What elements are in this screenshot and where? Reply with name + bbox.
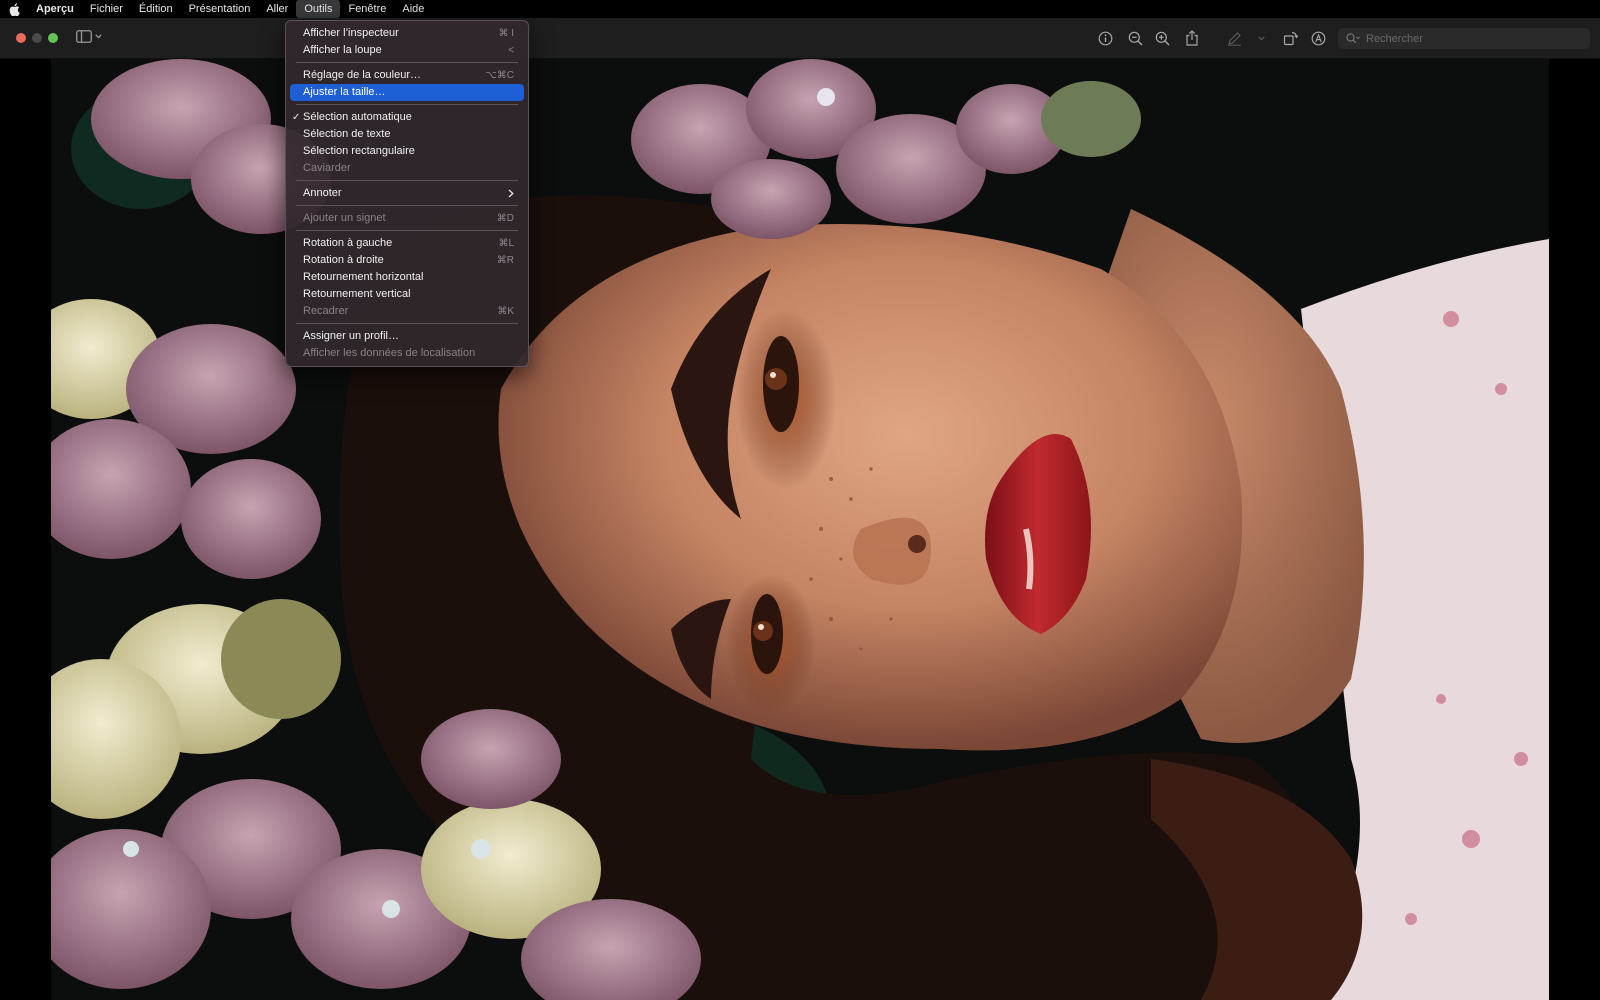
search-field[interactable] (1338, 28, 1590, 49)
menubar-item-app[interactable]: Aperçu (28, 0, 82, 18)
share-icon[interactable] (1182, 28, 1202, 48)
menu-separator (296, 180, 518, 181)
menu-item-selection-automatique[interactable]: ✓ Sélection automatique (290, 109, 524, 126)
menu-item-label: Sélection automatique (303, 111, 412, 123)
menu-item-shortcut: ⌘D (496, 213, 514, 224)
menu-item-shortcut: ⌘R (496, 255, 514, 266)
menu-item-label: Ajouter un signet (303, 212, 386, 224)
menubar-item-outils[interactable]: Outils (296, 0, 341, 18)
menu-item-retournement-horizontal[interactable]: Retournement horizontal (290, 269, 524, 286)
menu-item-label: Assigner un profil… (303, 330, 399, 342)
menubar-item-edition[interactable]: Édition (131, 0, 181, 18)
checkmark-icon: ✓ (292, 112, 301, 123)
menu-item-label: Recadrer (303, 305, 349, 317)
menu-item-assigner-profil[interactable]: Assigner un profil… (290, 328, 524, 345)
minimize-window-button[interactable] (32, 33, 42, 43)
menu-item-rotation-droite[interactable]: Rotation à droite ⌘R (290, 252, 524, 269)
zoom-out-icon[interactable] (1125, 28, 1145, 48)
menu-item-label: Sélection de texte (303, 128, 391, 140)
menu-bar: Aperçu Fichier Édition Présentation Alle… (0, 0, 1600, 18)
menu-item-label: Ajuster la taille… (303, 86, 386, 98)
menu-item-shortcut: ⌘K (497, 306, 514, 317)
markup-pen-icon[interactable] (1224, 28, 1244, 48)
sidebar-toggle-button[interactable] (76, 30, 102, 43)
menu-item-recadrer: Recadrer ⌘K (290, 303, 524, 320)
menu-item-rotation-gauche[interactable]: Rotation à gauche ⌘L (290, 235, 524, 252)
menubar-item-presentation[interactable]: Présentation (181, 0, 259, 18)
menu-item-retournement-vertical[interactable]: Retournement vertical (290, 286, 524, 303)
menu-item-afficher-loupe[interactable]: Afficher la loupe < (290, 42, 524, 59)
menu-separator (296, 62, 518, 63)
apple-menu-icon[interactable] (0, 0, 28, 18)
chevron-down-icon (95, 34, 102, 39)
document-canvas (0, 59, 1600, 1000)
info-icon[interactable] (1095, 28, 1115, 48)
menubar-item-aide[interactable]: Aide (394, 0, 432, 18)
menu-item-label: Retournement vertical (303, 288, 411, 300)
menu-item-label: Retournement horizontal (303, 271, 424, 283)
menu-separator (296, 205, 518, 206)
close-window-button[interactable] (16, 33, 26, 43)
menu-item-caviarder: Caviarder (290, 160, 524, 177)
menu-item-reglage-couleur[interactable]: Réglage de la couleur… ⌥⌘C (290, 67, 524, 84)
menu-item-label: Afficher les données de localisation (303, 347, 476, 359)
menu-item-label: Sélection rectangulaire (303, 145, 415, 157)
menu-item-label: Rotation à gauche (303, 237, 393, 249)
menu-item-donnees-localisation: Afficher les données de localisation (290, 345, 524, 362)
annotate-icon[interactable] (1308, 28, 1328, 48)
menu-item-shortcut: ⌥⌘C (485, 70, 514, 81)
menu-item-label: Afficher l’inspecteur (303, 27, 399, 39)
menu-separator (296, 323, 518, 324)
markup-chevron-down-icon[interactable] (1251, 28, 1271, 48)
menu-item-shortcut: ⌘L (498, 238, 514, 249)
menu-item-label: Rotation à droite (303, 254, 384, 266)
menu-item-afficher-inspecteur[interactable]: Afficher l’inspecteur ⌘ I (290, 25, 524, 42)
maximize-window-button[interactable] (48, 33, 58, 43)
menu-item-ajuster-taille[interactable]: Ajuster la taille… (290, 84, 524, 101)
menu-item-label: Caviarder (303, 162, 351, 174)
menu-item-annoter[interactable]: Annoter (290, 185, 524, 202)
search-input[interactable] (1366, 32, 1566, 45)
menu-item-label: Réglage de la couleur… (303, 69, 422, 81)
menu-item-ajouter-signet: Ajouter un signet ⌘D (290, 210, 524, 227)
sidebar-icon (76, 30, 92, 43)
menubar-item-aller[interactable]: Aller (258, 0, 296, 18)
search-icon (1346, 33, 1360, 44)
rotate-icon[interactable] (1280, 28, 1300, 48)
menu-separator (296, 104, 518, 105)
menu-item-shortcut: < (508, 45, 514, 56)
menu-item-label: Afficher la loupe (303, 44, 382, 56)
menu-separator (296, 230, 518, 231)
menu-item-label: Annoter (303, 187, 342, 199)
menu-item-selection-rectangulaire[interactable]: Sélection rectangulaire (290, 143, 524, 160)
zoom-in-icon[interactable] (1152, 28, 1172, 48)
menubar-item-fenetre[interactable]: Fenêtre (340, 0, 394, 18)
portrait-photo[interactable] (51, 59, 1549, 1000)
menubar-item-fichier[interactable]: Fichier (82, 0, 131, 18)
photo-illustration (51, 59, 1549, 1000)
window-toolbar (0, 18, 1600, 59)
menu-item-shortcut: ⌘ I (498, 28, 514, 39)
menu-item-selection-texte[interactable]: Sélection de texte (290, 126, 524, 143)
outils-menu: Afficher l’inspecteur ⌘ I Afficher la lo… (285, 20, 529, 367)
chevron-right-icon (508, 185, 514, 202)
